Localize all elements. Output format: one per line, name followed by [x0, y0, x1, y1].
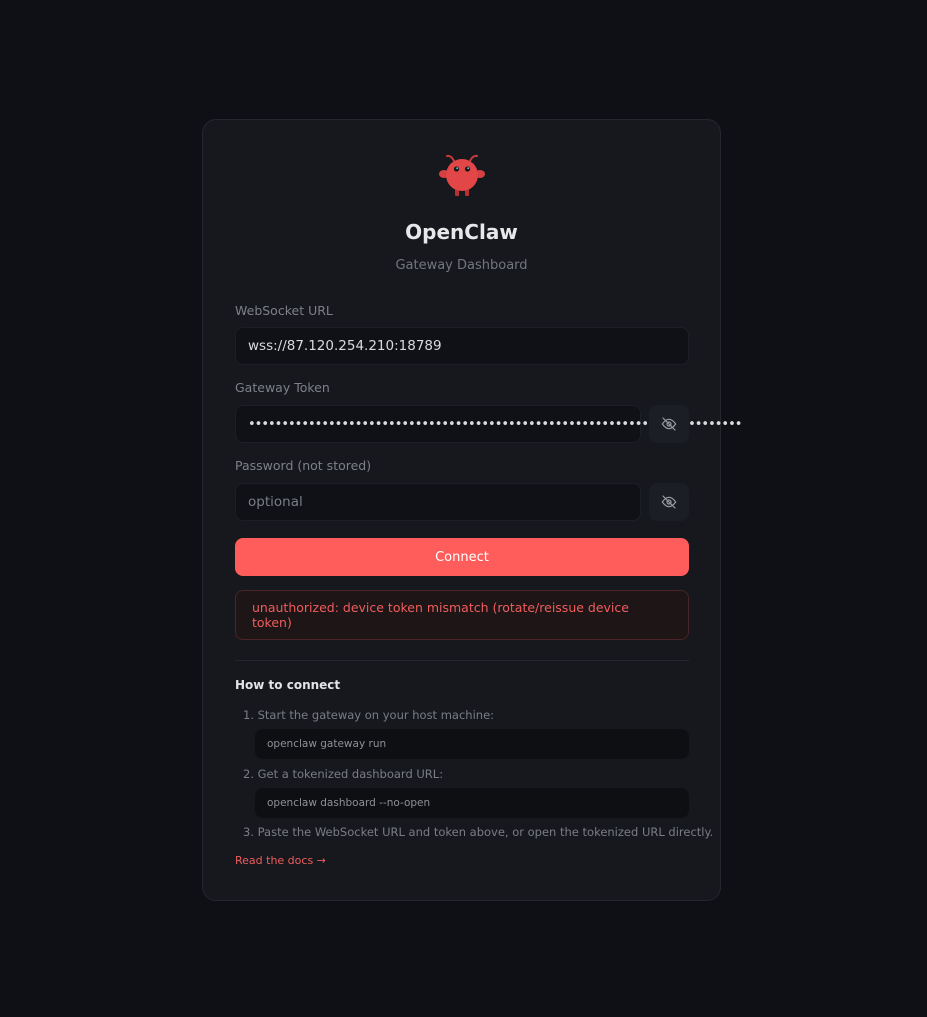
gateway-token-label: Gateway Token — [235, 380, 330, 395]
eye-off-icon — [661, 495, 677, 509]
websocket-url-input[interactable] — [235, 327, 689, 365]
login-card: OpenClaw Gateway Dashboard WebSocket URL… — [202, 119, 742, 901]
command-gateway-run[interactable]: openclaw gateway run — [255, 729, 689, 759]
app-subtitle: Gateway Dashboard — [395, 258, 528, 273]
read-docs-link[interactable]: Read the docs → — [235, 854, 326, 867]
toggle-password-visibility-button[interactable] — [649, 483, 689, 521]
toggle-token-visibility-button[interactable] — [649, 405, 689, 443]
password-label: Password (not stored) — [235, 458, 372, 473]
how-to-connect-title: How to connect — [235, 678, 341, 692]
divider — [235, 660, 689, 661]
command-dashboard[interactable]: openclaw dashboard --no-open — [255, 788, 689, 818]
step-3: 3. Paste the WebSocket URL and token abo… — [243, 825, 714, 839]
error-message: unauthorized: device token mismatch (rot… — [235, 590, 689, 640]
eye-off-icon — [661, 417, 677, 431]
password-input[interactable] — [235, 483, 641, 521]
connect-button[interactable]: Connect — [235, 538, 689, 576]
step-2: 2. Get a tokenized dashboard URL: — [243, 767, 444, 781]
step-1: 1. Start the gateway on your host machin… — [243, 708, 495, 722]
app-title: OpenClaw — [405, 220, 518, 244]
gateway-token-input[interactable]: ••••••••••••••••••••••••••••••••••••••••… — [235, 405, 742, 443]
lobster-mascot-icon — [438, 154, 485, 196]
websocket-url-label: WebSocket URL — [235, 303, 333, 318]
